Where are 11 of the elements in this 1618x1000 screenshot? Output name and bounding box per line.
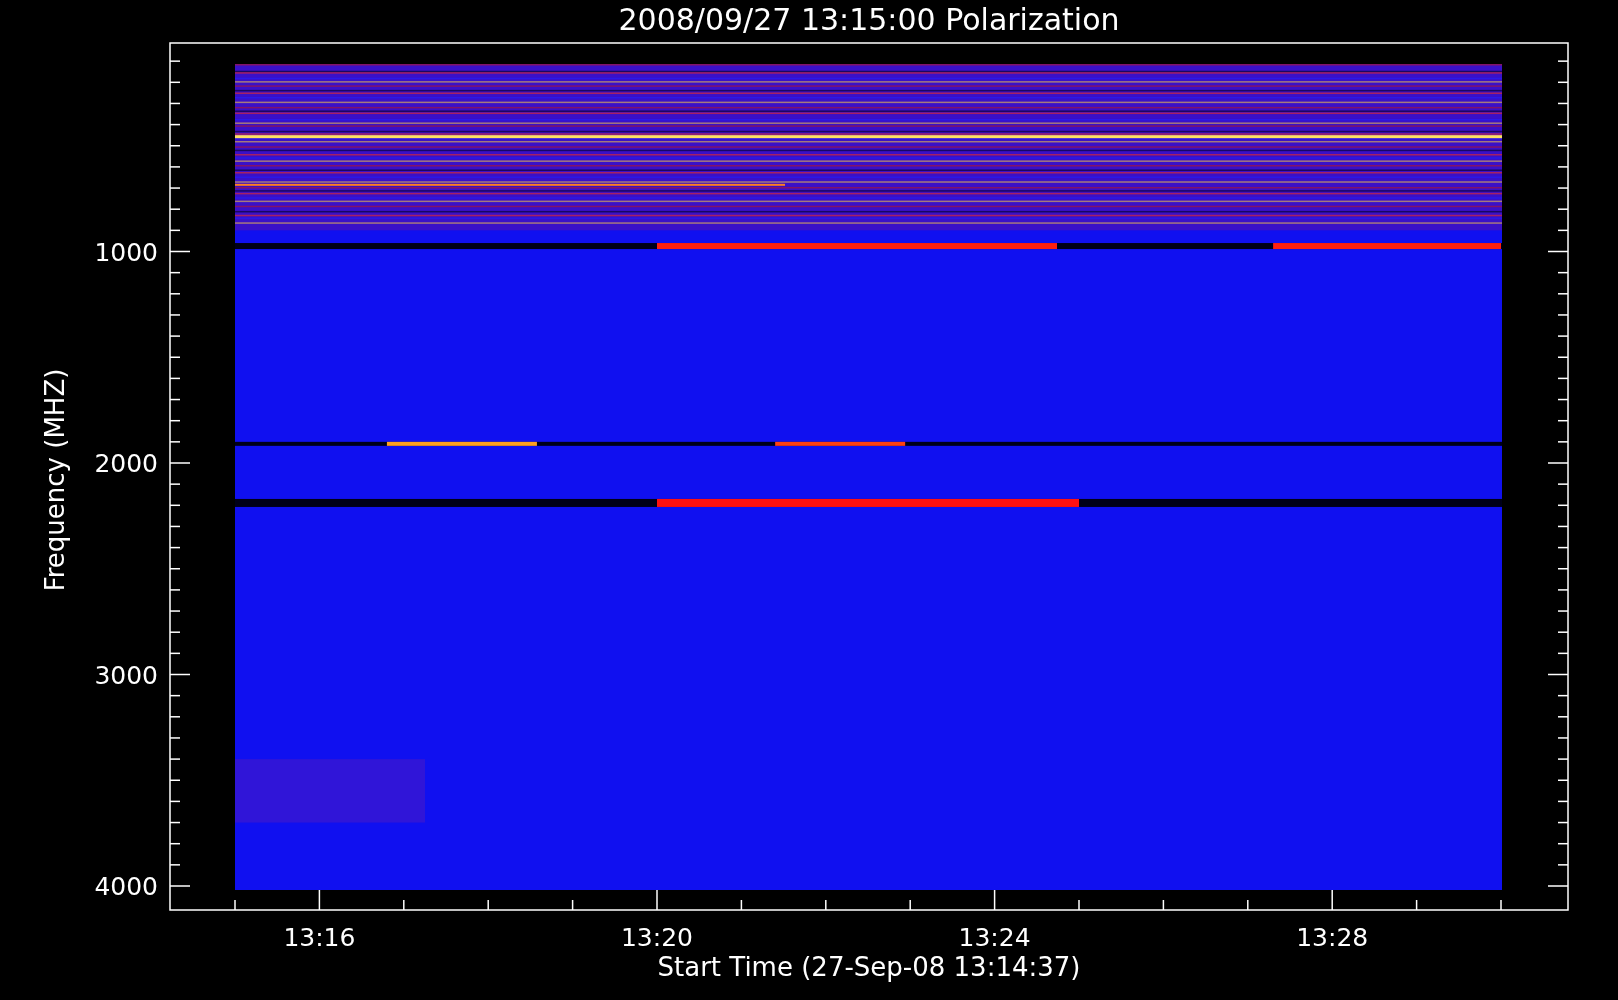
y-tick-label: 4000 (94, 872, 158, 901)
x-tick-label: 13:28 (1296, 923, 1369, 952)
y-axis-title: Frequency (MHZ) (40, 368, 70, 592)
x-axis-title: Start Time (27-Sep-08 13:14:37) (657, 952, 1081, 982)
x-tick-label: 13:20 (621, 923, 693, 952)
y-tick-label: 2000 (94, 449, 158, 478)
chart-title: 2008/09/27 13:15:00 Polarization (618, 2, 1120, 37)
y-tick-label: 3000 (94, 660, 158, 690)
y-tick-label: 1000 (94, 237, 158, 267)
x-tick-label: 13:16 (283, 923, 356, 952)
x-tick-label: 13:24 (958, 923, 1031, 952)
